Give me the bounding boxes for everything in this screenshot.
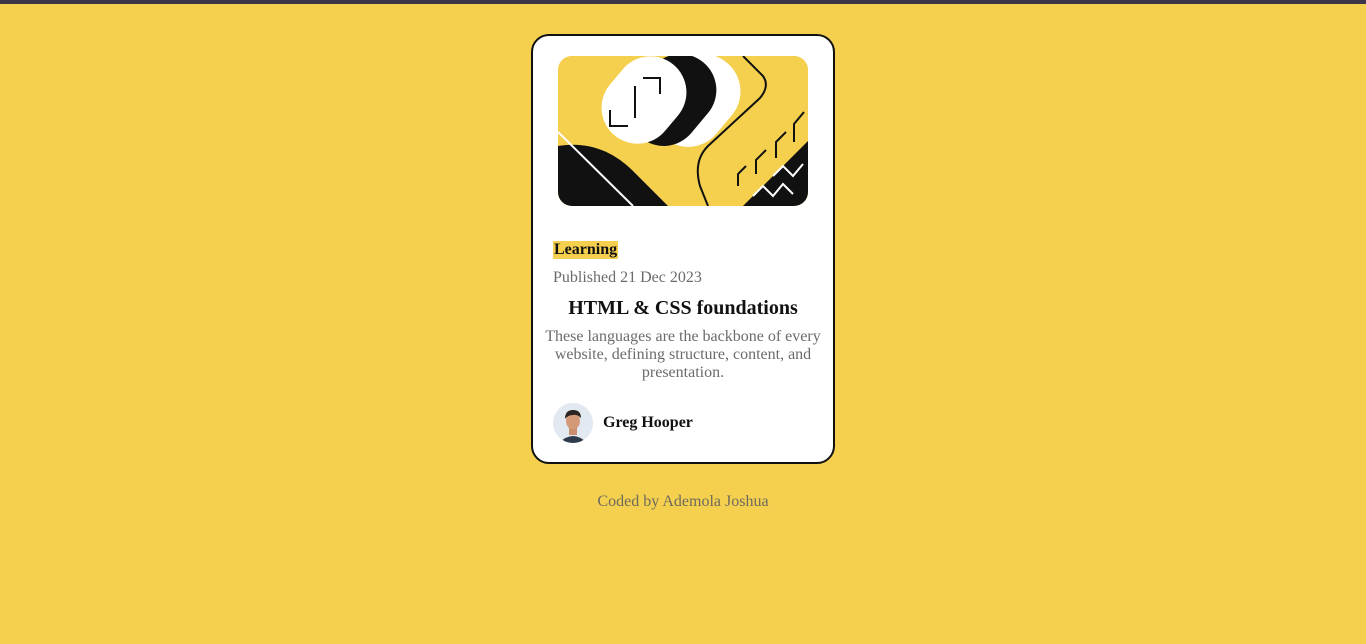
author: Greg Hooper	[553, 403, 693, 443]
avatar	[553, 403, 593, 443]
blog-preview-card[interactable]: Learning Published 21 Dec 2023 HTML & CS…	[531, 34, 835, 464]
category-tag: Learning	[553, 241, 619, 259]
author-name: Greg Hooper	[603, 414, 693, 431]
top-bar	[0, 0, 1366, 4]
publish-date: Published 21 Dec 2023	[553, 269, 702, 286]
card-title[interactable]: HTML & CSS foundations	[533, 296, 833, 320]
attribution: Coded by Ademola Joshua	[597, 493, 769, 510]
hero-illustration	[558, 56, 808, 206]
card-description: These languages are the backbone of ever…	[545, 328, 821, 381]
